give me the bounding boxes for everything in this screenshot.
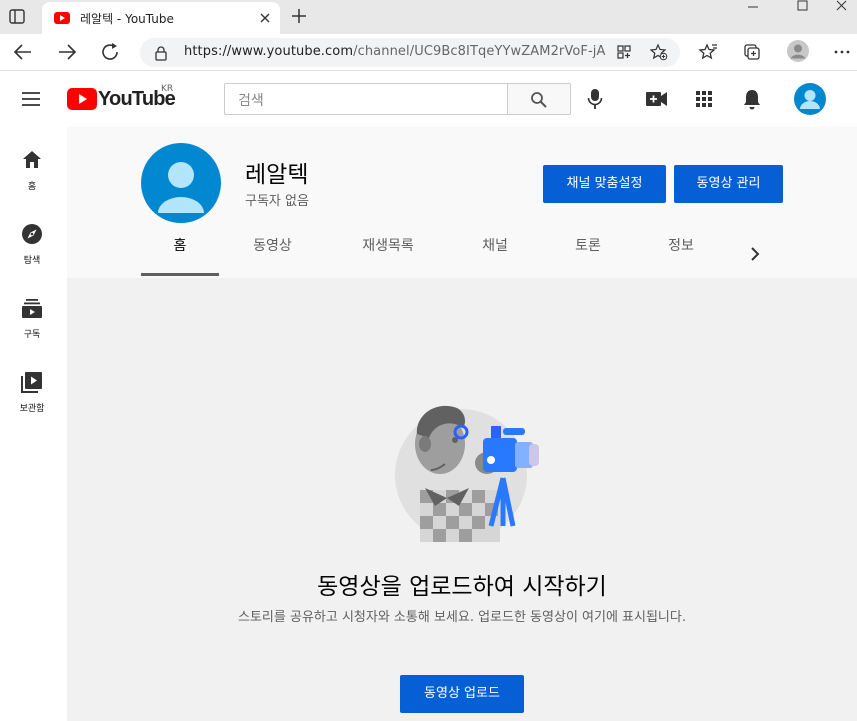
- sidebar-label: 보관함: [19, 404, 45, 414]
- close-window-icon[interactable]: [827, 0, 857, 14]
- tab-actions-icon[interactable]: [8, 8, 28, 26]
- subscriptions-icon: [22, 299, 42, 318]
- app-available-icon[interactable]: [616, 44, 632, 60]
- manage-videos-button[interactable]: 동영상 관리: [674, 165, 783, 203]
- favorites-icon[interactable]: [698, 42, 718, 62]
- search-button[interactable]: [507, 83, 571, 115]
- tab-channels[interactable]: 채널: [456, 235, 534, 276]
- browser-tab[interactable]: 레알텍 - YouTube: [42, 2, 280, 34]
- new-tab-icon[interactable]: [290, 7, 308, 25]
- refresh-icon[interactable]: [100, 42, 122, 62]
- camera-operator-illustration: [395, 398, 555, 548]
- youtube-favicon-icon: [54, 12, 70, 24]
- empty-state-description: 스토리를 공유하고 시청자와 소통해 보세요. 업로드한 동영상이 여기에 표시…: [238, 610, 686, 625]
- search-placeholder: 검색: [238, 93, 264, 109]
- create-video-icon[interactable]: [646, 91, 668, 107]
- collections-icon[interactable]: [742, 42, 762, 62]
- empty-state-heading: 동영상을 업로드하여 시작하기: [317, 574, 607, 600]
- youtube-header: YouTube KR 검색: [0, 71, 857, 127]
- hamburger-menu-icon[interactable]: [21, 91, 41, 107]
- minimize-icon[interactable]: [733, 0, 773, 14]
- search-input[interactable]: 검색: [224, 83, 507, 115]
- tab-about[interactable]: 정보: [642, 235, 720, 276]
- tab-home[interactable]: 홈: [141, 235, 219, 276]
- search-icon: [530, 91, 548, 109]
- close-tab-icon[interactable]: [259, 12, 271, 24]
- more-menu-icon[interactable]: [833, 42, 851, 62]
- address-bar[interactable]: https://www.youtube.com/channel/UC9Bc8IT…: [140, 38, 680, 67]
- lock-icon[interactable]: [154, 45, 168, 61]
- home-icon: [23, 151, 41, 168]
- customize-channel-button[interactable]: 채널 맞춤설정: [543, 165, 666, 203]
- sidebar-item-subscriptions[interactable]: 구독: [0, 297, 67, 371]
- channel-content: 동영상을 업로드하여 시작하기 스토리를 공유하고 시청자와 소통해 보세요. …: [67, 278, 857, 721]
- url-text: https://www.youtube.com/channel/UC9Bc8IT…: [184, 44, 606, 59]
- forward-arrow-icon[interactable]: [56, 42, 78, 62]
- account-avatar-icon[interactable]: [794, 83, 826, 115]
- sidebar-label: 구독: [23, 330, 41, 340]
- upload-video-button[interactable]: 동영상 업로드: [400, 675, 524, 713]
- youtube-logo-icon[interactable]: [67, 88, 97, 110]
- sidebar-item-home[interactable]: 홈: [0, 149, 67, 223]
- sidebar: 홈 탐색 구독 보관함: [0, 127, 67, 721]
- sidebar-label: 탐색: [23, 256, 41, 266]
- microphone-icon[interactable]: [587, 88, 603, 110]
- tab-videos[interactable]: 동영상: [234, 235, 311, 276]
- notifications-bell-icon[interactable]: [743, 88, 761, 110]
- library-icon: [21, 372, 42, 393]
- sidebar-item-library[interactable]: 보관함: [0, 371, 67, 445]
- sidebar-label: 홈: [27, 182, 37, 192]
- chevron-right-icon[interactable]: [749, 246, 761, 262]
- browser-titlebar: 레알텍 - YouTube: [0, 0, 857, 34]
- channel-avatar-icon: [141, 143, 221, 223]
- tab-title: 레알텍 - YouTube: [80, 12, 174, 26]
- subscriber-count: 구독자 없음: [245, 194, 309, 209]
- region-code: KR: [161, 84, 174, 94]
- back-arrow-icon[interactable]: [12, 42, 34, 62]
- tab-playlists[interactable]: 재생목록: [346, 235, 430, 276]
- sidebar-item-explore[interactable]: 탐색: [0, 223, 67, 297]
- channel-header: 레알텍 구독자 없음 채널 맞춤설정 동영상 관리 홈 동영상 재생목록 채널 …: [67, 127, 857, 278]
- tab-discussion[interactable]: 토론: [549, 235, 627, 276]
- profile-icon[interactable]: [786, 39, 810, 63]
- browser-toolbar: https://www.youtube.com/channel/UC9Bc8IT…: [0, 34, 857, 71]
- add-favorite-icon[interactable]: [650, 43, 668, 61]
- channel-avatar[interactable]: [141, 143, 221, 223]
- channel-name: 레알텍: [245, 162, 309, 188]
- apps-grid-icon[interactable]: [696, 91, 712, 107]
- active-tab-indicator: [141, 273, 219, 276]
- maximize-icon[interactable]: [783, 0, 823, 14]
- compass-icon: [22, 224, 42, 244]
